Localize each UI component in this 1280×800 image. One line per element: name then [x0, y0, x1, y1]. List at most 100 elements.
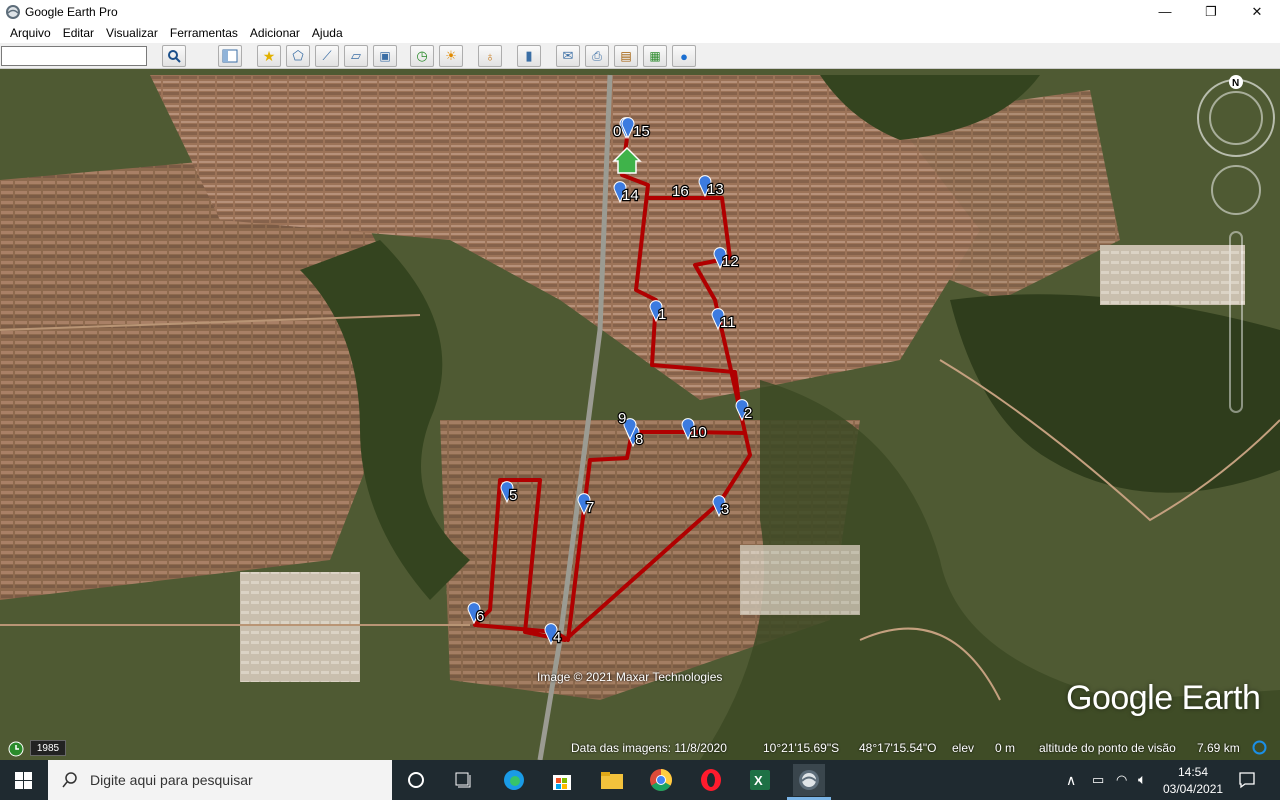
placemark-label: 14	[622, 187, 639, 204]
title-bar: Google Earth Pro — ❐ ✕	[0, 0, 1280, 23]
add-overlay-button[interactable]: ▱	[344, 45, 368, 67]
earth-gallery-icon: ●	[680, 48, 688, 64]
placemark-label: 4	[553, 629, 561, 646]
store-icon[interactable]	[546, 764, 578, 796]
clock-date[interactable]: 03/04/2021	[1163, 782, 1223, 796]
planets-icon: ♁	[485, 48, 495, 64]
eye-altitude-label: altitude do ponto de visão	[1039, 741, 1176, 755]
taskbar-search-placeholder: Digite aqui para pesquisar	[90, 772, 253, 788]
search-icon	[168, 50, 181, 63]
menu-visualizar[interactable]: Visualizar	[106, 26, 158, 40]
menu-ferramentas[interactable]: Ferramentas	[170, 26, 238, 40]
task-view-icon[interactable]	[447, 764, 479, 796]
ruler-icon: ▮	[525, 48, 533, 63]
edge-icon[interactable]	[498, 764, 530, 796]
earth-gallery-button[interactable]: ●	[672, 45, 696, 67]
chrome-icon[interactable]	[645, 764, 677, 796]
cortana-icon[interactable]	[400, 764, 432, 796]
placemark-label: 15	[633, 123, 650, 140]
sidebar-toggle-button[interactable]	[218, 45, 242, 67]
map-view[interactable]: 0 1 2 3 4 5 6 7 8 9 10 11 12 13 14 15 16 N Image © 2021 …	[0, 69, 1280, 760]
google-earth-logo: Google Earth	[1066, 679, 1261, 717]
sunlight-button[interactable]: ☀	[439, 45, 463, 67]
longitude-readout: 48°17'15.54"O	[859, 741, 937, 755]
wifi-icon[interactable]: ◠	[1116, 772, 1127, 788]
streaming-status-icon	[1252, 740, 1267, 755]
menu-ajuda[interactable]: Ajuda	[312, 26, 343, 40]
maximize-button[interactable]: ❐	[1188, 0, 1234, 23]
elevation-label: elev	[952, 741, 975, 755]
email-button[interactable]: ✉	[556, 45, 580, 67]
add-path-button[interactable]: ⟋	[315, 45, 339, 67]
placemark-label: 7	[586, 499, 594, 516]
search-input[interactable]	[1, 46, 147, 66]
email-icon: ✉	[562, 48, 574, 63]
imagery-credit: Image © 2021 Maxar Technologies	[537, 670, 723, 684]
map-view-icon: ▦	[649, 49, 661, 63]
placemark-label: 11	[720, 314, 736, 331]
elevation-value: 0 m	[995, 741, 1016, 755]
polygon-icon: ⬠	[292, 48, 304, 63]
google-earth-icon[interactable]	[793, 764, 825, 796]
excel-icon[interactable]: X	[744, 764, 776, 796]
minimize-button[interactable]: —	[1142, 0, 1188, 23]
record-tour-button[interactable]: ▣	[373, 45, 397, 67]
record-tour-icon: ▣	[379, 49, 391, 63]
clock-time[interactable]: 14:54	[1178, 765, 1208, 779]
placemark-label: 13	[707, 181, 724, 198]
placemark-label: 10	[690, 424, 707, 441]
taskbar-search-box[interactable]: Digite aqui para pesquisar	[48, 760, 392, 800]
placemark-label: 0	[613, 123, 621, 140]
menu-editar[interactable]: Editar	[63, 26, 94, 40]
satellite-imagery[interactable]: 012345678910111213141516 N	[0, 69, 1280, 760]
overlay-icon: ▱	[351, 48, 361, 63]
windows-taskbar: Digite aqui para pesquisar X ∧ ▭ ◠ 🔈︎ 14…	[0, 760, 1280, 800]
google-earth-app-icon	[6, 4, 20, 19]
status-bar: Data das imagens: 11/8/2020 10°21'15.69"…	[0, 737, 1280, 759]
menu-bar: Arquivo Editar Visualizar Ferramentas Ad…	[0, 23, 1280, 43]
placemark-label: 2	[744, 405, 752, 422]
opera-icon[interactable]	[695, 764, 727, 796]
map-view-button[interactable]: ▦	[643, 45, 667, 67]
placemark-pin-16[interactable]: 16	[671, 182, 690, 201]
menu-adicionar[interactable]: Adicionar	[250, 26, 300, 40]
placemark-label: 9	[618, 410, 626, 427]
menu-arquivo[interactable]: Arquivo	[10, 26, 51, 40]
battery-icon[interactable]: ▭	[1092, 772, 1104, 788]
compass-north-label: N	[1232, 78, 1239, 89]
historical-imagery-icon: ◷	[416, 48, 428, 63]
taskbar-search-icon	[62, 772, 77, 788]
placemark-label: 16	[672, 183, 689, 200]
path-icon: ⟋	[322, 48, 332, 63]
placemark-label: 12	[722, 253, 739, 270]
save-image-icon: ▤	[620, 49, 632, 63]
placemark-label: 3	[721, 501, 729, 518]
sidebar-icon	[222, 49, 238, 63]
ruler-button[interactable]: ▮	[517, 45, 541, 67]
add-placemark-button[interactable]: ★	[257, 45, 281, 67]
add-polygon-button[interactable]: ⬠	[286, 45, 310, 67]
eye-altitude-value: 7.69 km	[1197, 741, 1240, 755]
placemark-icon: ★	[262, 47, 276, 64]
save-image-button[interactable]: ▤	[614, 45, 638, 67]
svg-text:X: X	[754, 773, 763, 788]
search-button[interactable]	[162, 45, 186, 67]
print-icon: ⎙	[592, 48, 602, 63]
window-title: Google Earth Pro	[25, 4, 118, 19]
latitude-readout: 10°21'15.69"S	[763, 741, 840, 755]
placemark-label: 1	[658, 306, 666, 323]
chevron-up-icon[interactable]: ∧	[1066, 772, 1076, 789]
placemark-label: 5	[509, 487, 517, 504]
close-button[interactable]: ✕	[1234, 0, 1280, 23]
placemark-label: 8	[635, 431, 643, 448]
planets-button[interactable]: ♁	[478, 45, 502, 67]
print-button[interactable]: ⎙	[585, 45, 609, 67]
notifications-icon[interactable]	[1238, 771, 1256, 789]
file-explorer-icon[interactable]	[596, 764, 628, 796]
historical-imagery-button[interactable]: ◷	[410, 45, 434, 67]
volume-icon[interactable]: 🔈︎	[1138, 771, 1146, 788]
sunlight-icon: ☀	[445, 48, 457, 63]
imagery-date: Data das imagens: 11/8/2020	[571, 741, 727, 755]
windows-start-icon[interactable]	[15, 772, 32, 789]
toolbar: ★ ⬠ ⟋ ▱ ▣ ◷ ☀ ♁ ▮ ✉ ⎙ ▤ ▦ ●	[0, 43, 1280, 69]
